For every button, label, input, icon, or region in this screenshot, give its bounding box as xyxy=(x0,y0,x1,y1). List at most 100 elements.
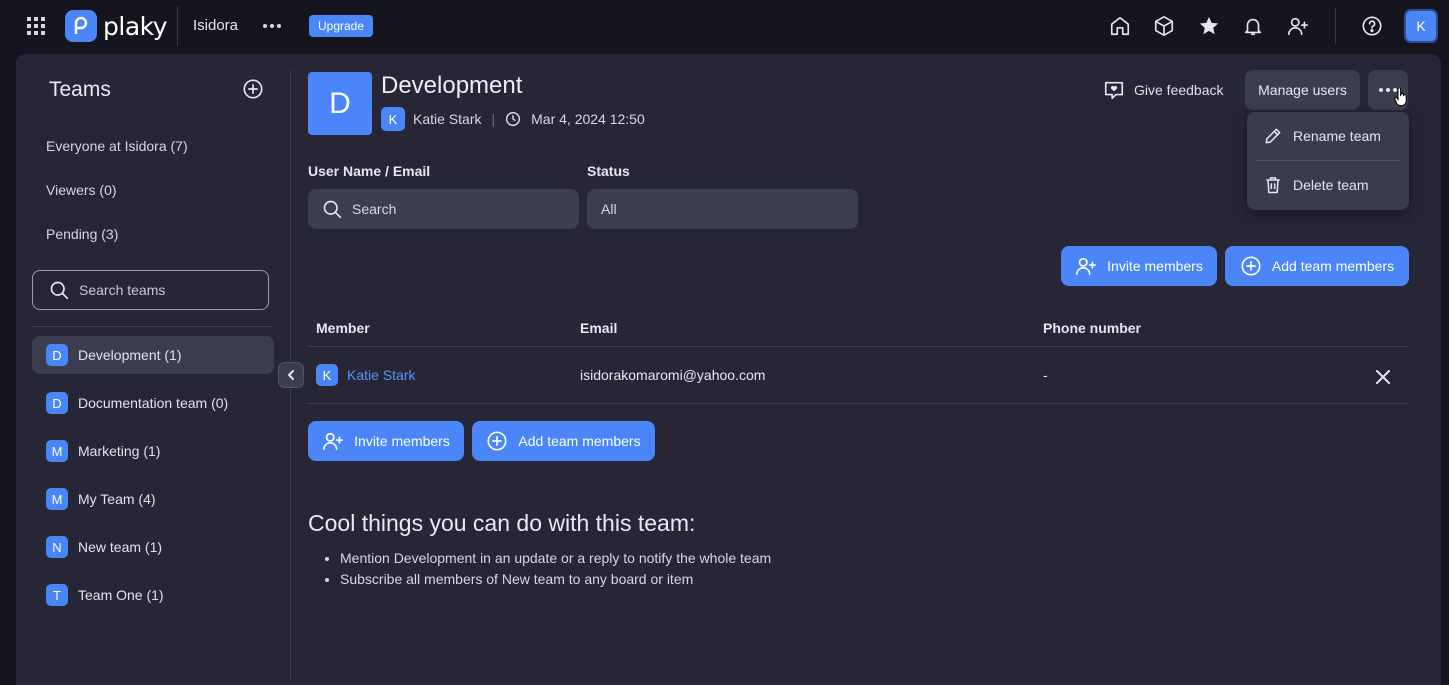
member-avatar: K xyxy=(316,364,338,386)
member-search-input[interactable]: Search xyxy=(308,189,579,229)
search-teams-placeholder: Search teams xyxy=(79,282,166,298)
column-header-member: Member xyxy=(316,320,370,336)
give-feedback-label: Give feedback xyxy=(1134,82,1224,98)
sidebar-team-marketing[interactable]: M Marketing (1) xyxy=(32,432,274,470)
feedback-icon xyxy=(1103,79,1125,101)
top-bar: plaky Isidora Upgrade K xyxy=(0,0,1449,52)
team-name[interactable]: Development xyxy=(381,72,522,100)
add-team-members-label: Add team members xyxy=(1271,258,1395,274)
invite-members-label: Invite members xyxy=(1107,258,1203,274)
list-item: Subscribe all members of New team to any… xyxy=(340,569,771,590)
table-header-divider xyxy=(308,346,1408,347)
plaky-logo[interactable]: plaky xyxy=(65,10,168,42)
team-badge: D xyxy=(46,344,68,366)
upgrade-button[interactable]: Upgrade xyxy=(309,15,373,37)
table-row-member[interactable]: K Katie Stark xyxy=(316,364,415,386)
team-meta: K Katie Stark | Mar 4, 2024 12:50 xyxy=(381,107,645,131)
home-icon[interactable] xyxy=(1106,12,1134,40)
hand-cursor-icon xyxy=(1394,88,1408,106)
trash-icon xyxy=(1263,175,1283,195)
team-label: Development (1) xyxy=(78,347,182,363)
add-user-icon xyxy=(1075,255,1097,277)
content-panel: Teams Everyone at Isidora (7) Viewers (0… xyxy=(16,54,1441,685)
brand-name: plaky xyxy=(103,11,168,41)
status-select-value: All xyxy=(601,201,617,217)
delete-team-label: Delete team xyxy=(1293,177,1369,193)
column-header-phone: Phone number xyxy=(1043,320,1142,336)
topbar-divider xyxy=(177,6,178,46)
team-actions-menu: Rename team Delete team xyxy=(1247,112,1409,210)
give-feedback-button[interactable]: Give feedback xyxy=(1103,78,1224,102)
team-label: My Team (4) xyxy=(78,491,156,507)
delete-team-menu-item[interactable]: Delete team xyxy=(1263,175,1368,195)
teams-title: Teams xyxy=(49,78,111,101)
invite-members-button-top[interactable]: Invite members xyxy=(1061,246,1217,286)
plus-circle-icon xyxy=(486,430,508,452)
star-icon[interactable] xyxy=(1195,12,1223,40)
status-select[interactable]: All xyxy=(587,189,858,229)
sidebar-team-documentation[interactable]: D Documentation team (0) xyxy=(32,384,274,422)
table-row-divider xyxy=(308,403,1408,404)
search-icon xyxy=(49,280,69,300)
team-badge: T xyxy=(46,584,68,606)
plus-circle-icon xyxy=(1240,255,1262,277)
manage-users-button[interactable]: Manage users xyxy=(1245,70,1360,110)
teams-sidebar: Teams Everyone at Isidora (7) Viewers (0… xyxy=(16,54,290,685)
workspace-more-icon[interactable] xyxy=(258,14,286,38)
created-date: Mar 4, 2024 12:50 xyxy=(531,111,645,127)
user-avatar[interactable]: K xyxy=(1404,9,1438,43)
add-team-icon[interactable] xyxy=(242,78,266,102)
team-detail: D Development K Katie Stark | Mar 4, 202… xyxy=(308,54,1424,685)
clock-icon xyxy=(505,111,521,127)
add-user-icon[interactable] xyxy=(1284,12,1312,40)
sidebar-link-viewers[interactable]: Viewers (0) xyxy=(46,182,117,198)
bell-icon[interactable] xyxy=(1239,12,1267,40)
user-filter-label: User Name / Email xyxy=(308,163,431,179)
list-item: Mention Development in an update or a re… xyxy=(340,548,771,569)
cool-things-title: Cool things you can do with this team: xyxy=(308,510,696,536)
owner-avatar: K xyxy=(381,107,405,131)
team-label: Marketing (1) xyxy=(78,443,161,459)
owner-name: Katie Stark xyxy=(413,111,482,127)
member-search-placeholder: Search xyxy=(352,201,397,217)
team-badge: N xyxy=(46,536,68,558)
invite-members-label: Invite members xyxy=(354,433,450,449)
search-icon xyxy=(322,199,342,219)
status-filter-label: Status xyxy=(587,163,630,179)
search-teams-input[interactable]: Search teams xyxy=(32,270,269,310)
help-icon[interactable] xyxy=(1358,12,1386,40)
pencil-icon xyxy=(1263,126,1283,146)
collapse-sidebar-button[interactable] xyxy=(278,362,304,388)
sidebar-link-pending[interactable]: Pending (3) xyxy=(46,226,118,242)
rename-team-menu-item[interactable]: Rename team xyxy=(1263,126,1381,146)
add-team-members-button-top[interactable]: Add team members xyxy=(1225,246,1409,286)
team-label: New team (1) xyxy=(78,539,163,555)
invite-members-button[interactable]: Invite members xyxy=(308,421,464,461)
remove-member-icon[interactable] xyxy=(1371,365,1395,389)
member-phone: - xyxy=(1043,367,1048,383)
workspace-name[interactable]: Isidora xyxy=(193,17,238,34)
topbar-divider-right xyxy=(1335,8,1336,44)
member-name-link[interactable]: Katie Stark xyxy=(347,367,415,383)
team-badge: M xyxy=(46,488,68,510)
cube-icon[interactable] xyxy=(1150,12,1178,40)
sidebar-team-team-one[interactable]: T Team One (1) xyxy=(32,576,274,614)
team-avatar: D xyxy=(308,72,372,135)
cool-things-list: Mention Development in an update or a re… xyxy=(328,548,771,590)
chevron-left-icon xyxy=(285,369,297,381)
sidebar-team-my-team[interactable]: M My Team (4) xyxy=(32,480,274,518)
member-email: isidorakomaromi@yahoo.com xyxy=(580,367,766,383)
add-user-icon xyxy=(322,430,344,452)
apps-grid-icon[interactable] xyxy=(24,14,48,38)
sidebar-link-everyone[interactable]: Everyone at Isidora (7) xyxy=(46,138,188,154)
team-badge: M xyxy=(46,440,68,462)
column-header-email: Email xyxy=(580,320,618,336)
sidebar-team-new-team[interactable]: N New team (1) xyxy=(32,528,274,566)
add-team-members-label: Add team members xyxy=(518,433,641,449)
team-label: Team One (1) xyxy=(78,587,164,603)
team-label: Documentation team (0) xyxy=(78,395,229,411)
add-team-members-button[interactable]: Add team members xyxy=(472,421,655,461)
menu-divider xyxy=(1257,160,1399,161)
sidebar-team-development[interactable]: D Development (1) xyxy=(32,336,274,374)
meta-separator: | xyxy=(491,111,496,127)
